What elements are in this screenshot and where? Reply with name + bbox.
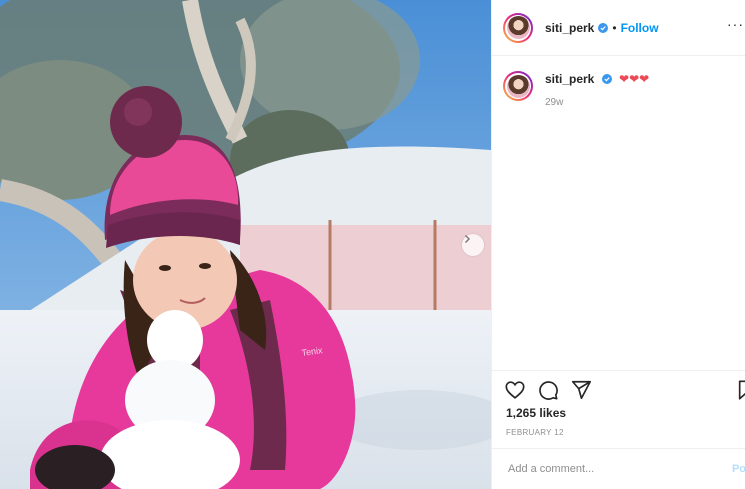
caption-username[interactable]: siti_perk [545, 72, 594, 86]
comment-bar: Po [492, 448, 745, 489]
heart-icon[interactable] [504, 379, 526, 401]
follow-button[interactable]: Follow [621, 21, 659, 35]
verified-badge-icon [598, 22, 609, 33]
carousel-next-button[interactable] [462, 234, 484, 256]
avatar[interactable] [503, 12, 533, 43]
send-icon[interactable] [570, 379, 592, 401]
caption-text: siti_perk ❤❤❤ 29w [545, 71, 649, 111]
photo-illustration: Tenix [0, 0, 491, 489]
comment-input[interactable] [506, 462, 700, 476]
post-header: siti_perk • Follow ··· [492, 0, 745, 56]
caption-hearts: ❤❤❤ [619, 72, 650, 86]
verified-badge-icon [601, 74, 612, 84]
post-date[interactable]: FEBRUARY 12 [506, 428, 564, 437]
post-comment-button[interactable]: Po [732, 463, 745, 475]
caption-avatar[interactable] [503, 71, 533, 101]
chevron-right-icon [465, 235, 470, 243]
more-options-icon[interactable]: ··· [727, 16, 744, 32]
bookmark-icon[interactable] [736, 379, 745, 401]
likes-count[interactable]: 1,265 likes [506, 406, 566, 420]
post-photo[interactable]: Tenix [0, 0, 491, 489]
separator-dot: • [612, 20, 617, 35]
caption-time[interactable]: 29w [545, 95, 649, 111]
post-side-panel: siti_perk • Follow ··· siti_perk ❤❤❤ 29w [491, 0, 745, 489]
username-link[interactable]: siti_perk [545, 21, 594, 35]
caption: siti_perk ❤❤❤ 29w [503, 71, 649, 111]
action-bar [492, 370, 745, 410]
comment-icon[interactable] [537, 379, 559, 401]
